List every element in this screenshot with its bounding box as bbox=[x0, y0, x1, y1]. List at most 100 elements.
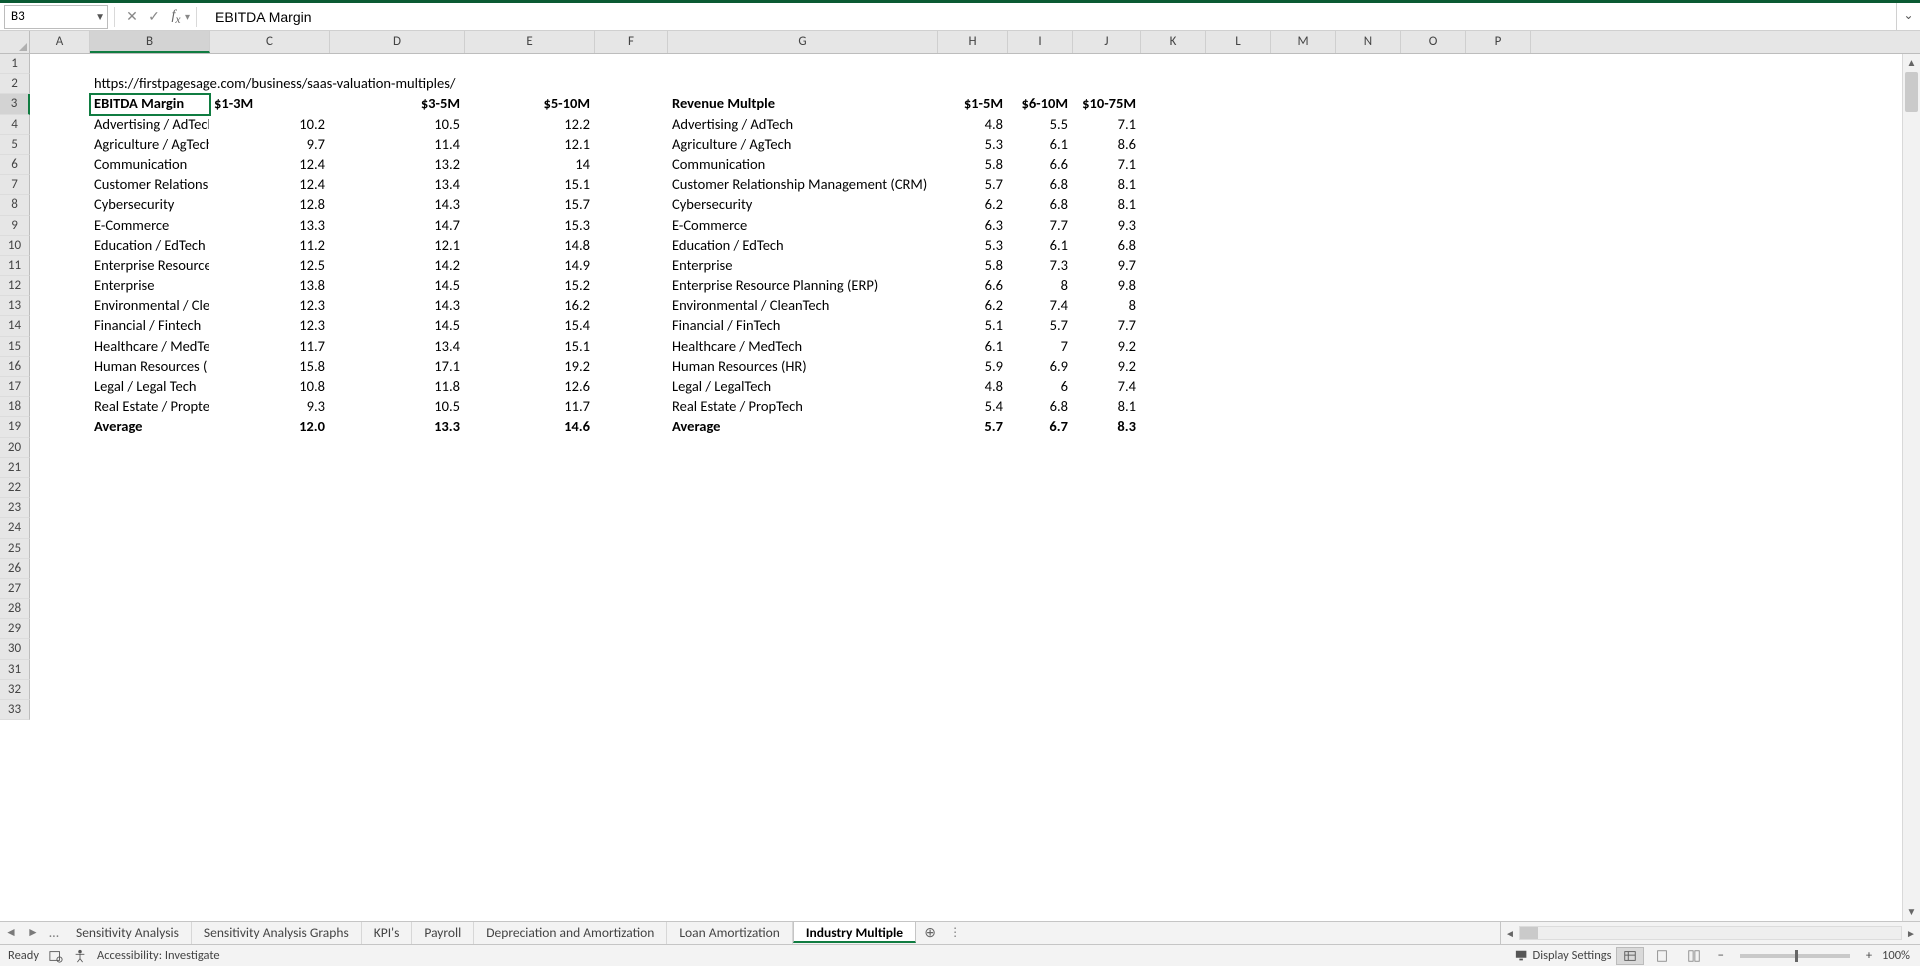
cell-M8[interactable] bbox=[1271, 195, 1336, 215]
cell-J22[interactable] bbox=[1073, 478, 1141, 498]
cell-M6[interactable] bbox=[1271, 155, 1336, 175]
cell-F26[interactable] bbox=[595, 559, 668, 579]
column-header-P[interactable]: P bbox=[1466, 31, 1531, 53]
cell-K26[interactable] bbox=[1141, 559, 1206, 579]
cell-P22[interactable] bbox=[1466, 478, 1531, 498]
row-header-13[interactable]: 13 bbox=[0, 296, 30, 316]
cell-I30[interactable] bbox=[1008, 639, 1073, 659]
column-header-N[interactable]: N bbox=[1336, 31, 1401, 53]
cell-E11[interactable]: 14.9 bbox=[465, 256, 595, 276]
cell-D29[interactable] bbox=[330, 619, 465, 639]
cell-H4[interactable]: 4.8 bbox=[938, 115, 1008, 135]
cell-B12[interactable]: Enterprise bbox=[90, 276, 210, 296]
cell-A29[interactable] bbox=[30, 619, 90, 639]
cell-D15[interactable]: 13.4 bbox=[330, 337, 465, 357]
cell-B32[interactable] bbox=[90, 680, 210, 700]
cell-B27[interactable] bbox=[90, 579, 210, 599]
cell-G17[interactable]: Legal / LegalTech bbox=[668, 377, 938, 397]
cell-N8[interactable] bbox=[1336, 195, 1401, 215]
cell-H16[interactable]: 5.9 bbox=[938, 357, 1008, 377]
cell-G10[interactable]: Education / EdTech bbox=[668, 236, 938, 256]
cell-A9[interactable] bbox=[30, 216, 90, 236]
cell-F12[interactable] bbox=[595, 276, 668, 296]
cell-G31[interactable] bbox=[668, 660, 938, 680]
cell-I5[interactable]: 6.1 bbox=[1008, 135, 1073, 155]
column-header-M[interactable]: M bbox=[1271, 31, 1336, 53]
cell-G12[interactable]: Enterprise Resource Planning (ERP) bbox=[668, 276, 938, 296]
cell-K20[interactable] bbox=[1141, 438, 1206, 458]
macro-record-icon[interactable] bbox=[49, 948, 63, 963]
cell-P25[interactable] bbox=[1466, 539, 1531, 559]
cell-I27[interactable] bbox=[1008, 579, 1073, 599]
cell-P19[interactable] bbox=[1466, 417, 1531, 437]
cell-E20[interactable] bbox=[465, 438, 595, 458]
cell-G14[interactable]: Financial / FinTech bbox=[668, 316, 938, 336]
cell-C2[interactable] bbox=[210, 74, 330, 94]
zoom-out-button[interactable]: − bbox=[1712, 948, 1730, 963]
row-header-22[interactable]: 22 bbox=[0, 478, 30, 498]
cell-P8[interactable] bbox=[1466, 195, 1531, 215]
row-header-29[interactable]: 29 bbox=[0, 619, 30, 639]
cell-L16[interactable] bbox=[1206, 357, 1271, 377]
cell-C5[interactable]: 9.7 bbox=[210, 135, 330, 155]
cell-A23[interactable] bbox=[30, 498, 90, 518]
cell-J23[interactable] bbox=[1073, 498, 1141, 518]
cell-A1[interactable] bbox=[30, 54, 90, 74]
cell-K2[interactable] bbox=[1141, 74, 1206, 94]
cell-F24[interactable] bbox=[595, 518, 668, 538]
cell-G6[interactable]: Communication bbox=[668, 155, 938, 175]
row-header-19[interactable]: 19 bbox=[0, 417, 30, 437]
cell-D30[interactable] bbox=[330, 639, 465, 659]
cell-C24[interactable] bbox=[210, 518, 330, 538]
cell-P17[interactable] bbox=[1466, 377, 1531, 397]
cell-O33[interactable] bbox=[1401, 700, 1466, 720]
cell-K1[interactable] bbox=[1141, 54, 1206, 74]
cell-M14[interactable] bbox=[1271, 316, 1336, 336]
cell-L30[interactable] bbox=[1206, 639, 1271, 659]
cell-J1[interactable] bbox=[1073, 54, 1141, 74]
cell-K23[interactable] bbox=[1141, 498, 1206, 518]
cell-D32[interactable] bbox=[330, 680, 465, 700]
cell-M24[interactable] bbox=[1271, 518, 1336, 538]
cell-C10[interactable]: 11.2 bbox=[210, 236, 330, 256]
row-header-23[interactable]: 23 bbox=[0, 498, 30, 518]
cell-B15[interactable]: Healthcare / MedTe bbox=[90, 337, 210, 357]
cell-O1[interactable] bbox=[1401, 54, 1466, 74]
cell-H28[interactable] bbox=[938, 599, 1008, 619]
cell-M11[interactable] bbox=[1271, 256, 1336, 276]
cell-P2[interactable] bbox=[1466, 74, 1531, 94]
cell-O10[interactable] bbox=[1401, 236, 1466, 256]
cell-L24[interactable] bbox=[1206, 518, 1271, 538]
cell-G4[interactable]: Advertising / AdTech bbox=[668, 115, 938, 135]
column-header-E[interactable]: E bbox=[465, 31, 595, 53]
cell-N22[interactable] bbox=[1336, 478, 1401, 498]
cell-A14[interactable] bbox=[30, 316, 90, 336]
cell-D11[interactable]: 14.2 bbox=[330, 256, 465, 276]
cell-I8[interactable]: 6.8 bbox=[1008, 195, 1073, 215]
cell-N17[interactable] bbox=[1336, 377, 1401, 397]
cell-O21[interactable] bbox=[1401, 458, 1466, 478]
cell-A2[interactable] bbox=[30, 74, 90, 94]
cell-A25[interactable] bbox=[30, 539, 90, 559]
sheet-tab[interactable]: KPI's bbox=[362, 922, 413, 944]
cell-F31[interactable] bbox=[595, 660, 668, 680]
cell-M2[interactable] bbox=[1271, 74, 1336, 94]
cell-C27[interactable] bbox=[210, 579, 330, 599]
cell-O17[interactable] bbox=[1401, 377, 1466, 397]
cell-D17[interactable]: 11.8 bbox=[330, 377, 465, 397]
cell-L28[interactable] bbox=[1206, 599, 1271, 619]
cell-L26[interactable] bbox=[1206, 559, 1271, 579]
cell-I14[interactable]: 5.7 bbox=[1008, 316, 1073, 336]
cell-M30[interactable] bbox=[1271, 639, 1336, 659]
cell-O7[interactable] bbox=[1401, 175, 1466, 195]
cell-L8[interactable] bbox=[1206, 195, 1271, 215]
cell-L20[interactable] bbox=[1206, 438, 1271, 458]
column-header-L[interactable]: L bbox=[1206, 31, 1271, 53]
cell-N11[interactable] bbox=[1336, 256, 1401, 276]
row-header-27[interactable]: 27 bbox=[0, 579, 30, 599]
cell-E5[interactable]: 12.1 bbox=[465, 135, 595, 155]
cell-E31[interactable] bbox=[465, 660, 595, 680]
cell-O8[interactable] bbox=[1401, 195, 1466, 215]
cell-H17[interactable]: 4.8 bbox=[938, 377, 1008, 397]
row-header-33[interactable]: 33 bbox=[0, 700, 30, 720]
